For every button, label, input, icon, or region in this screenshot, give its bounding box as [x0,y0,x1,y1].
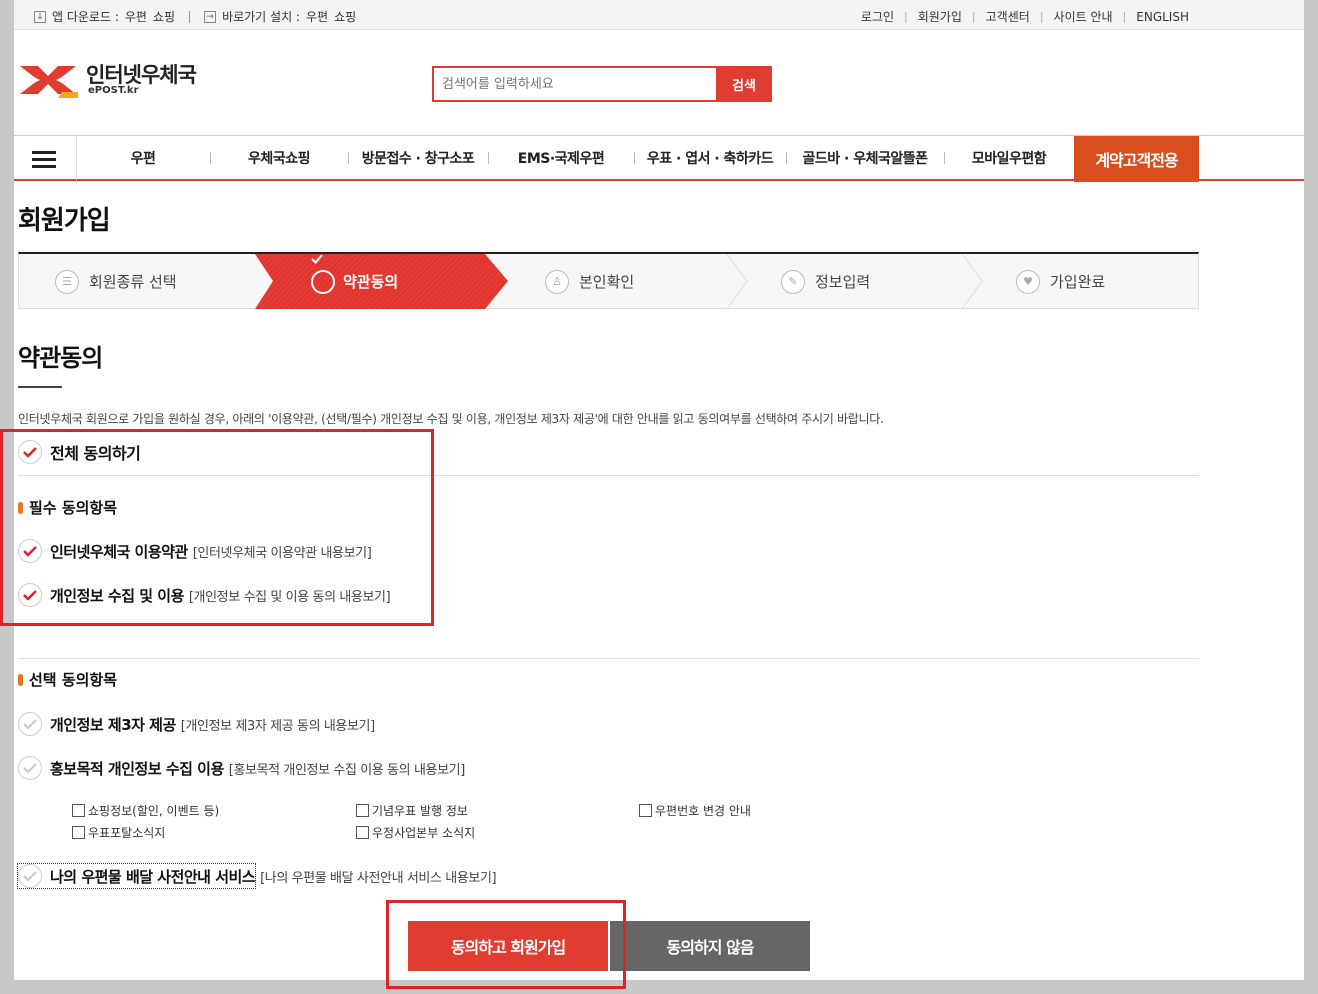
promo-option-postcode[interactable]: 우편번호 변경 안내 [639,802,751,819]
check-icon[interactable] [18,864,42,888]
customer-center-link[interactable]: 고객센터 [986,8,1030,25]
promo-title: 홍보목적 개인정보 수집 이용 [50,759,224,778]
promo-option-stamp-portal[interactable]: 우표포탈소식지 [72,824,165,841]
app-link-shopping[interactable]: 쇼핑 [153,8,175,25]
bullet-dot [18,673,23,686]
check-icon[interactable] [18,756,42,780]
disagree-button[interactable]: 동의하지 않음 [610,921,810,971]
optional-heading: 선택 동의항목 [18,669,117,690]
step-terms-agreement: 약관동의 [255,254,508,309]
step-member-type: ☰ 회원종류 선택 [55,254,177,309]
intro-text: 인터넷우체국 회원으로 가입을 원하실 경우, 아래의 '이용약관, (선택/필… [18,412,884,426]
shortcut-link-shopping[interactable]: 쇼핑 [334,8,356,25]
shortcut-icon: → [204,10,217,23]
download-icon: ↓ [34,10,46,23]
english-link[interactable]: ENGLISH [1136,10,1189,24]
divider: | [904,10,908,23]
step-chevron-icon [726,254,748,309]
heart-icon: ♥ [1016,269,1040,294]
step-chevron-icon [961,254,983,309]
step-info-input: ✎ 정보입력 [781,254,870,309]
page-frame: ↓ 앱 다운로드 : 우편 쇼핑 → 바로가기 설치 : 우편 쇼핑 로그인 |… [0,0,1304,989]
third-party-title: 개인정보 제3자 제공 [50,715,176,734]
checkbox[interactable] [356,826,369,839]
step-complete: ♥ 가입완료 [1016,254,1105,309]
delivery-focus-wrap[interactable]: 나의 우편물 배달 사전안내 서비스 [16,863,257,889]
section-title: 약관동의 [18,344,103,372]
logo-subtitle: ePOST.kr [88,84,139,96]
nav-item-post[interactable]: 우편 [76,148,210,168]
person-icon: ♙ [545,269,569,294]
third-party-view-link[interactable]: [개인정보 제3자 제공 동의 내용보기] [181,715,375,734]
main-nav: 우편 우체국쇼핑 방문접수 · 창구소포 EMS·국제우편 우표 · 엽서 · … [14,135,1304,182]
site-guide-link[interactable]: 사이트 안내 [1054,8,1113,25]
site-logo[interactable]: 인터넷우체국 ePOST.kr [18,62,197,98]
nav-item-contract-customers[interactable]: 계약고객전용 [1074,136,1199,182]
promo-view-link[interactable]: [홍보목적 개인정보 수집 이용 동의 내용보기] [229,759,465,778]
checkbox[interactable] [72,826,85,839]
divider [189,10,191,23]
nav-item-goldbar[interactable]: 골드바 · 우체국알뜰폰 [786,148,944,168]
logo-title: 인터넷우체국 [86,62,197,87]
delivery-title: 나의 우편물 배달 사전안내 서비스 [50,867,256,886]
check-circle-icon [311,254,335,294]
nav-item-parcel[interactable]: 방문접수 · 창구소포 [348,148,488,168]
app-link-post[interactable]: 우편 [125,8,147,25]
shortcut-label: 바로가기 설치 : [222,10,300,24]
checkbox[interactable] [356,804,369,817]
search-input[interactable] [432,66,716,102]
checkbox[interactable] [639,804,652,817]
search-box: 검색 [432,66,772,102]
delivery-notice-row[interactable]: 나의 우편물 배달 사전안내 서비스 [나의 우편물 배달 사전안내 서비스 내… [16,863,497,889]
promo-option-stamp-info[interactable]: 기념우표 발행 정보 [356,802,468,819]
nav-item-shopping[interactable]: 우체국쇼핑 [210,148,348,168]
search-button[interactable]: 검색 [716,66,772,102]
shortcut-link-post[interactable]: 우편 [306,8,328,25]
checkbox[interactable] [72,804,85,817]
nav-item-ems[interactable]: EMS·국제우편 [488,148,634,168]
join-link[interactable]: 회원가입 [918,8,962,25]
login-link[interactable]: 로그인 [861,8,894,25]
list-icon: ☰ [55,269,79,294]
check-icon[interactable] [18,712,42,736]
pencil-icon: ✎ [781,269,805,294]
nav-item-stamps[interactable]: 우표 · 엽서 · 축하카드 [634,148,786,168]
page-title: 회원가입 [18,206,111,236]
promo-option-shopping[interactable]: 쇼핑정보(할인, 이벤트 등) [72,802,219,819]
divider [18,658,1199,659]
optional-promo-row[interactable]: 홍보목적 개인정보 수집 이용 [홍보목적 개인정보 수집 이용 동의 내용보기… [18,756,465,780]
divider: | [1122,10,1127,23]
optional-third-party-row[interactable]: 개인정보 제3자 제공 [개인정보 제3자 제공 동의 내용보기] [18,712,375,736]
promo-option-postal-news[interactable]: 우정사업본부 소식지 [356,824,475,841]
highlight-box-required [0,429,434,626]
hamburger-menu-icon[interactable] [32,149,58,169]
utility-bar: ↓ 앱 다운로드 : 우편 쇼핑 → 바로가기 설치 : 우편 쇼핑 로그인 |… [14,0,1304,30]
signup-steps: ☰ 회원종류 선택 약관동의 ♙ 본인확인 ✎ 정보입력 ♥ 가입완료 [18,252,1199,309]
nav-item-mobile-mailbox[interactable]: 모바일우편함 [944,148,1074,168]
title-underline [18,386,62,388]
app-download-label: 앱 다운로드 : [52,10,119,24]
delivery-view-link[interactable]: [나의 우편물 배달 사전안내 서비스 내용보기] [260,867,496,886]
epost-logo-icon [18,62,78,98]
divider: | [971,10,976,23]
step-identity-verify: ♙ 본인확인 [545,254,634,309]
divider: | [1039,10,1044,23]
highlight-box-join [386,900,626,989]
